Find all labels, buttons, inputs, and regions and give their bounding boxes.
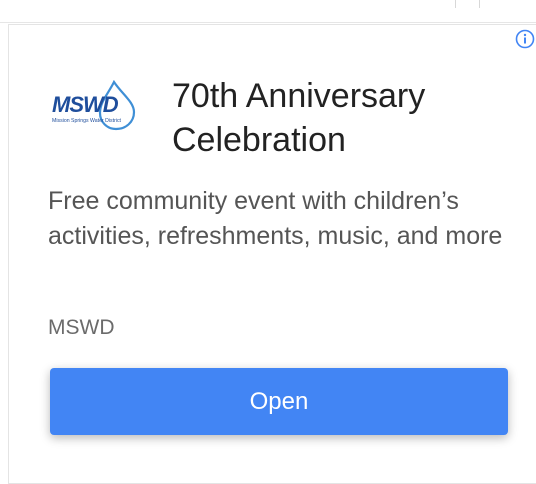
top-page-strip xyxy=(0,0,536,23)
advertiser-logo: MSWD Mission Springs Water District xyxy=(50,79,142,136)
advertiser-name: MSWD xyxy=(48,316,115,339)
divider xyxy=(455,0,456,8)
info-icon[interactable] xyxy=(514,28,536,50)
ad-headline[interactable]: 70th Anniversary Celebration xyxy=(172,74,502,162)
open-button[interactable]: Open xyxy=(50,368,508,435)
logo-tagline: Mission Springs Water District xyxy=(52,118,122,124)
logo-wordmark: MSWD xyxy=(52,92,119,117)
divider xyxy=(479,0,480,8)
ad-description: Free community event with children’s act… xyxy=(48,187,503,250)
